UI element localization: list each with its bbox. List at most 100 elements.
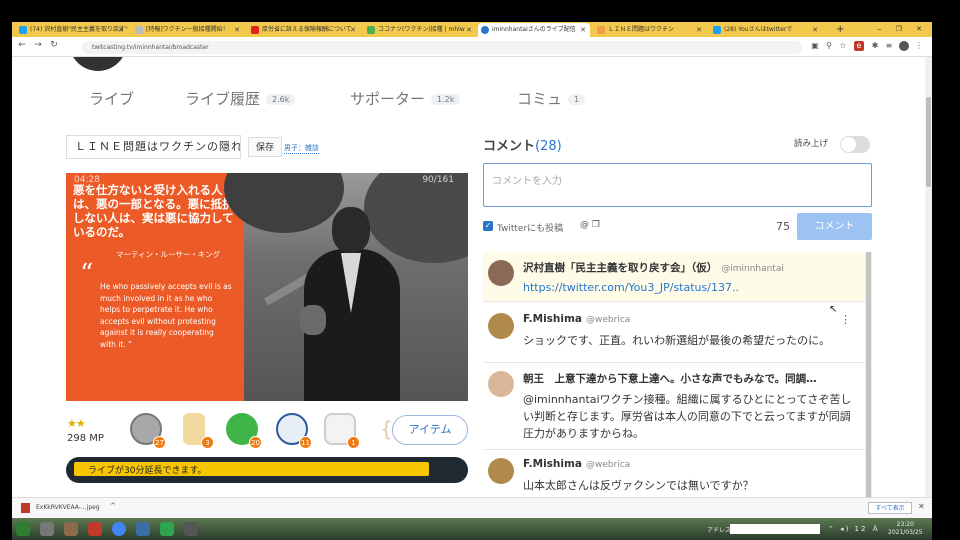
forward-icon[interactable]: → <box>32 40 44 50</box>
channel-avatar[interactable] <box>69 57 127 71</box>
taskbar-app-icon[interactable] <box>88 522 102 536</box>
comment-author-name[interactable]: F.Mishima <box>523 313 582 325</box>
tab-6[interactable]: (28) Youさんはtwitterで ✕ <box>710 23 822 37</box>
menu-icon[interactable]: ⋮ <box>914 41 924 51</box>
close-icon[interactable]: ✕ <box>812 23 818 37</box>
profile-tab-community[interactable]: コミュ 1 <box>517 88 586 109</box>
tab-favicon <box>367 26 375 34</box>
viewer-count: 90/161 <box>422 175 454 185</box>
tab-0[interactable]: (74) 沢村直樹"民主主義を取り戻す" ✕ <box>16 23 128 37</box>
comment-input[interactable]: コメントを入力 <box>483 163 872 207</box>
show-all-button[interactable]: すべて表示 <box>868 502 912 514</box>
quote-mark-icon: “ <box>80 259 94 289</box>
taskbar-app-icon[interactable] <box>184 522 198 536</box>
comment-author-name[interactable]: 朝王 上意下達から下意上達へ。小さな声でもみなで。同調… <box>523 373 817 385</box>
tab-2[interactable]: 厚労省に訴える保険報酬について ✕ <box>248 23 360 37</box>
new-tab-button[interactable]: + <box>836 22 844 37</box>
zoom-icon[interactable]: ⚲ <box>824 41 834 51</box>
avatar[interactable] <box>488 313 514 339</box>
system-tray[interactable]: ⌃ ◂) 12 Ａ <box>828 524 881 534</box>
clock[interactable]: 23:20 2021/03/25 <box>888 521 923 537</box>
profile-avatar-icon[interactable] <box>899 41 909 51</box>
mention-and-image-icon[interactable]: @ ❐ <box>580 220 600 230</box>
reload-icon[interactable]: ↻ <box>48 40 60 50</box>
comment-link[interactable]: https://twitter.com/You3_JP/status/137.. <box>523 281 739 294</box>
comment-handle: @webrica <box>586 315 631 325</box>
avatar[interactable] <box>488 371 514 397</box>
quote-author: マーティン・ルーサー・キング <box>116 250 221 259</box>
address-toolbar-label: アドレス <box>707 527 732 534</box>
toggle-knob <box>841 137 856 152</box>
start-icon[interactable] <box>16 522 30 536</box>
tab-4-active[interactable]: iminnhantaiさんのライブ配信 ✕ <box>478 23 590 37</box>
mp-points: 298 MP <box>67 433 104 444</box>
item-count: 1 <box>347 436 360 449</box>
item-button[interactable]: アイテム <box>392 415 468 445</box>
tea-item[interactable]: 3 <box>176 411 214 449</box>
profile-tab-supporters[interactable]: サポーター 1.2k <box>350 88 461 109</box>
close-icon[interactable]: ✕ <box>918 502 925 511</box>
address-toolbar-input[interactable] <box>730 524 820 534</box>
item-scroll-hint-icon: { <box>380 417 393 441</box>
taskbar-app-icon[interactable] <box>40 522 54 536</box>
close-icon[interactable]: ✕ <box>350 23 356 37</box>
back-icon[interactable]: ← <box>16 40 28 50</box>
taskbar-app-icon[interactable] <box>160 522 174 536</box>
close-icon[interactable]: ✕ <box>580 23 586 37</box>
count-badge: 2.6k <box>266 94 296 105</box>
avatar[interactable] <box>488 260 514 286</box>
page-scrollbar[interactable] <box>925 57 932 497</box>
twitter-checkbox[interactable]: ✓ <box>483 221 493 231</box>
bookmark-star-icon[interactable]: ☆ <box>838 41 848 51</box>
extension-icon[interactable]: e <box>854 41 864 51</box>
penguin-item[interactable]: 11 <box>274 411 312 449</box>
comment-author-name[interactable]: 沢村直樹「民主主義を取り戻す会」（仮） <box>523 262 717 274</box>
video-player[interactable]: 悪を仕方ないと受け入れる人は、悪の一部となる。悪に抵抗しない人は、実は悪に協力し… <box>66 173 468 401</box>
download-filename[interactable]: ExKkRVKVEAA-...jpeg <box>36 504 100 511</box>
comment-handle: @webrica <box>586 460 631 470</box>
avatar[interactable] <box>488 458 514 484</box>
genre-link[interactable]: 男子：雑談 <box>284 143 319 154</box>
coin-item[interactable]: 27 <box>128 411 166 449</box>
tab-3[interactable]: ココナツ(ワクチン)接種 | mhlw ✕ <box>364 23 476 37</box>
close-icon[interactable]: ✕ <box>466 23 472 37</box>
chrome-icon[interactable] <box>112 522 126 536</box>
window-controls[interactable]: ‒ ❐ ✕ <box>877 22 928 36</box>
rabbit-item[interactable]: 1 <box>322 411 360 449</box>
comment-submit-button[interactable]: コメント <box>797 213 872 240</box>
puyo-item[interactable]: 20 <box>224 411 262 449</box>
tab-label: iminnhantaiさんのライブ配信 <box>492 26 576 33</box>
comment-menu-icon[interactable]: ⋮ <box>840 313 851 326</box>
profile-tab-live[interactable]: ライブ <box>89 88 134 109</box>
url-input[interactable]: twitcasting.tv/iminnhantai/broadcaster <box>82 41 802 54</box>
comments-heading: コメント(28) <box>483 135 562 154</box>
char-count: 75 <box>776 220 790 233</box>
comment-author-name[interactable]: F.Mishima <box>523 458 582 470</box>
chevron-up-icon[interactable]: ^ <box>110 502 116 510</box>
cast-icon[interactable]: ▣ <box>810 41 820 51</box>
tab-label: ココナツ(ワクチン)接種 | mhlw <box>378 26 465 33</box>
close-icon[interactable]: ✕ <box>234 23 240 37</box>
puzzle-icon[interactable]: ✱ <box>870 41 880 51</box>
scroll-thumb[interactable] <box>866 252 871 497</box>
tab-label: 厚労省に訴える保険報酬について <box>262 26 352 33</box>
comments-title: コメント <box>483 139 536 154</box>
broadcast-title-input[interactable]: ＬＩＮＥ問題はワクチンの隠れ蓑 <box>66 135 241 159</box>
tab-5[interactable]: ＬＩＮＥ問題はワクチン ✕ <box>594 23 706 37</box>
save-button[interactable]: 保存 <box>248 137 282 157</box>
tab-1[interactable]: [特報]ワクチン一般接種開始！ ✕ <box>132 23 244 37</box>
support-stars-icon: ★★ <box>67 417 86 430</box>
reading-list-icon[interactable]: ≡ <box>884 41 894 51</box>
taskbar-app-icon[interactable] <box>136 522 150 536</box>
close-icon[interactable]: ✕ <box>696 23 702 37</box>
profile-tab-history[interactable]: ライブ履歴 2.6k <box>185 88 296 109</box>
comment-list: 沢村直樹「民主主義を取り戻す会」（仮） @iminnhantai https://… <box>483 252 865 497</box>
taskbar-app-icon[interactable] <box>64 522 78 536</box>
profile-tab-label: ライブ <box>89 90 135 108</box>
scroll-thumb[interactable] <box>926 97 931 187</box>
comment-scrollbar[interactable] <box>865 252 872 497</box>
read-aloud-toggle[interactable] <box>840 136 870 153</box>
twitter-post-label: Twitterにも投稿 <box>497 224 564 234</box>
close-icon[interactable]: ✕ <box>118 23 124 37</box>
extension-progress-bar: ライブが30分延長できます。 <box>66 457 468 483</box>
